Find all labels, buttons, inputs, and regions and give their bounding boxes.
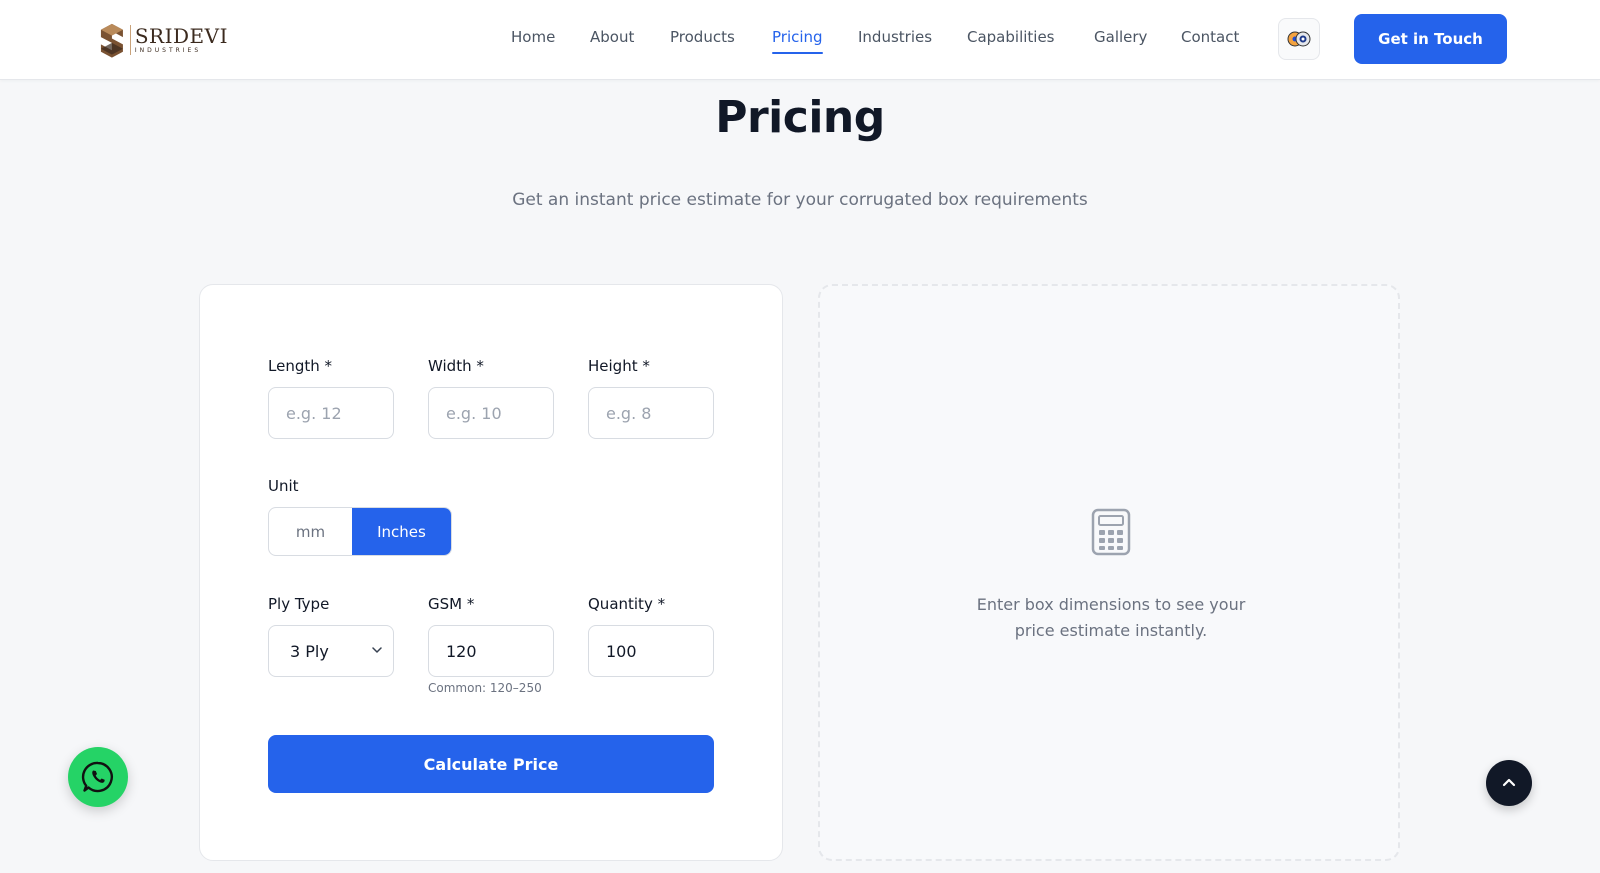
brand-tagline: INDUSTRIES [134,47,202,54]
nav-home[interactable]: Home [511,28,555,46]
unit-option-inches[interactable]: Inches [352,508,451,555]
height-input[interactable] [588,387,714,439]
gsm-label: GSM * [428,595,475,613]
ply-type-value: 3 Ply [290,641,329,661]
unit-toggle: mm Inches [268,507,452,556]
width-input[interactable] [428,387,554,439]
gsm-input[interactable] [428,625,554,677]
page-title: Pricing [715,92,885,143]
get-in-touch-button[interactable]: Get in Touch [1354,14,1507,64]
chevron-up-icon [1502,778,1516,787]
scroll-to-top-button[interactable] [1486,760,1532,806]
unit-option-mm[interactable]: mm [269,508,352,555]
whatsapp-icon [81,761,113,793]
unit-label: Unit [268,477,299,495]
estimate-empty-message: Enter box dimensions to see your price e… [976,595,1246,640]
whatsapp-chat-button[interactable] [68,747,128,807]
brand-logo[interactable]: SRIDEVI INDUSTRIES [98,14,228,66]
logo-mark-icon [100,23,123,58]
brand-wordmark: SRIDEVI INDUSTRIES [129,24,228,55]
quantity-label: Quantity * [588,595,666,613]
page-subtitle: Get an instant price estimate for your c… [512,190,1088,210]
chevron-down-icon [372,647,382,653]
language-flags-icon [1287,31,1311,47]
nav-products[interactable]: Products [670,28,735,46]
ply-type-label: Ply Type [268,595,330,613]
nav-gallery[interactable]: Gallery [1094,28,1147,46]
price-estimate-panel: Enter box dimensions to see your price e… [818,284,1400,861]
nav-contact[interactable]: Contact [1181,28,1239,46]
nav-capabilities[interactable]: Capabilities [967,28,1055,46]
site-header: SRIDEVI INDUSTRIES Home About Products P… [0,0,1600,80]
ply-type-select[interactable]: 3 Ply [268,625,394,677]
calculate-price-button[interactable]: Calculate Price [268,735,714,793]
nav-industries[interactable]: Industries [858,28,932,46]
length-label: Length * [268,357,333,375]
quantity-input[interactable] [588,625,714,677]
language-switcher[interactable] [1278,18,1320,60]
length-input[interactable] [268,387,394,439]
brand-name: SRIDEVI [134,24,228,48]
height-label: Height * [588,357,650,375]
nav-pricing[interactable]: Pricing [772,28,823,54]
price-calculator-form: Length * Width * Height * Unit mm Inches… [199,284,783,861]
calculator-icon [1091,508,1131,556]
width-label: Width * [428,357,484,375]
gsm-hint: Common: 120–250 [428,681,542,695]
nav-about[interactable]: About [590,28,634,46]
